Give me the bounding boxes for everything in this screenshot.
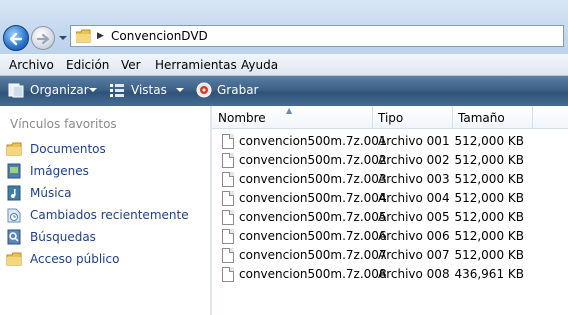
column-header-size[interactable]: Tamaño [458, 111, 505, 125]
file-icon [222, 191, 234, 206]
forward-button[interactable] [31, 26, 55, 50]
sidebar-item-busquedas[interactable]: Búsquedas [6, 227, 206, 247]
breadcrumb-separator-icon[interactable]: ▶ [97, 31, 104, 41]
sidebar-item-imagenes[interactable]: Imágenes [6, 161, 206, 181]
sidebar-item-label: Búsquedas [30, 230, 96, 244]
file-size: 512,000 KB [454, 210, 524, 224]
file-size: 512,000 KB [454, 248, 524, 262]
sidebar-item-cambiados-recientemente[interactable]: Cambiados recientemente [6, 205, 206, 225]
file-row[interactable]: convencion500m.7z.006 Archivo 006 512,00… [212, 227, 568, 246]
organize-button[interactable]: Organizar [30, 83, 89, 97]
sidebar-item-documentos[interactable]: Documentos [6, 139, 206, 159]
file-list: ▲ Nombre Tipo Tamaño convencion500m.7z.0… [212, 106, 568, 315]
column-header-name[interactable]: Nombre [218, 111, 266, 125]
organize-dropdown-icon[interactable] [89, 88, 97, 92]
column-header-type[interactable]: Tipo [378, 111, 403, 125]
file-row[interactable]: convencion500m.7z.004 Archivo 004 512,00… [212, 189, 568, 208]
file-type: Archivo 007 [378, 248, 450, 262]
organize-icon [8, 83, 24, 98]
file-size: 512,000 KB [454, 229, 524, 243]
back-button[interactable] [3, 25, 29, 51]
menu-edicion[interactable]: Edición [66, 58, 109, 72]
sidebar-item-label: Imágenes [30, 164, 89, 178]
address-bar-area: ▶ ConvencionDVD [0, 0, 568, 54]
sidebar-item-label: Música [30, 186, 72, 200]
menu-herramientas[interactable]: Herramientas [155, 58, 237, 72]
file-name: convencion500m.7z.004 [239, 191, 387, 205]
file-name: convencion500m.7z.001 [239, 134, 387, 148]
views-button[interactable]: Vistas [131, 83, 167, 97]
file-name: convencion500m.7z.003 [239, 172, 387, 186]
menu-ver[interactable]: Ver [121, 58, 141, 72]
breadcrumb-folder[interactable]: ConvencionDVD [111, 29, 208, 43]
menu-ayuda[interactable]: Ayuda [241, 58, 278, 72]
search-folder-icon [7, 229, 21, 245]
column-headers: ▲ Nombre Tipo Tamaño [212, 106, 568, 129]
sidebar-item-label: Cambiados recientemente [30, 208, 189, 222]
file-row[interactable]: convencion500m.7z.003 Archivo 003 512,00… [212, 170, 568, 189]
back-arrow-icon [9, 32, 23, 46]
pictures-icon [7, 163, 21, 179]
file-name: convencion500m.7z.008 [239, 267, 387, 281]
sidebar-item-musica[interactable]: Música [6, 183, 206, 203]
file-size: 436,961 KB [454, 267, 524, 281]
forward-arrow-icon [36, 33, 50, 45]
file-row[interactable]: convencion500m.7z.002 Archivo 002 512,00… [212, 151, 568, 170]
file-row[interactable]: convencion500m.7z.007 Archivo 007 512,00… [212, 246, 568, 265]
file-icon [222, 134, 234, 149]
file-size: 512,000 KB [454, 134, 524, 148]
file-icon [222, 229, 234, 244]
file-name: convencion500m.7z.002 [239, 153, 387, 167]
sidebar-item-label: Documentos [30, 142, 106, 156]
file-icon [222, 210, 234, 225]
favorites-heading: Vínculos favoritos [10, 117, 117, 131]
address-input[interactable]: ▶ ConvencionDVD [70, 25, 564, 47]
sort-ascending-icon: ▲ [286, 106, 293, 115]
file-row[interactable]: convencion500m.7z.005 Archivo 005 512,00… [212, 208, 568, 227]
command-toolbar: Organizar Vistas Grabar [0, 76, 568, 106]
navigation-pane: Vínculos favoritos Documentos Imágenes M… [0, 106, 210, 315]
file-icon [222, 267, 234, 282]
file-type: Archivo 008 [378, 267, 450, 281]
file-icon [222, 248, 234, 263]
file-row[interactable]: convencion500m.7z.008 Archivo 008 436,96… [212, 265, 568, 284]
folder-icon [6, 252, 22, 266]
file-type: Archivo 003 [378, 172, 450, 186]
file-name: convencion500m.7z.007 [239, 248, 387, 262]
file-size: 512,000 KB [454, 172, 524, 186]
sidebar-item-label: Acceso público [30, 252, 120, 266]
recent-pages-dropdown-icon[interactable] [58, 33, 68, 43]
burn-disc-icon [196, 82, 212, 98]
file-type: Archivo 004 [378, 191, 450, 205]
file-size: 512,000 KB [454, 153, 524, 167]
music-icon [7, 185, 21, 201]
file-type: Archivo 005 [378, 210, 450, 224]
file-type: Archivo 006 [378, 229, 450, 243]
file-icon [222, 153, 234, 168]
column-separator[interactable] [532, 106, 533, 129]
file-name: convencion500m.7z.006 [239, 229, 387, 243]
file-type: Archivo 002 [378, 153, 450, 167]
file-size: 512,000 KB [454, 191, 524, 205]
folder-icon [6, 142, 22, 156]
column-separator[interactable] [372, 106, 373, 129]
views-dropdown-icon[interactable] [176, 88, 184, 92]
file-icon [222, 172, 234, 187]
folder-icon [76, 29, 91, 43]
file-type: Archivo 001 [378, 134, 450, 148]
burn-button[interactable]: Grabar [217, 83, 259, 97]
views-icon [110, 84, 124, 97]
recent-icon [7, 208, 21, 223]
sidebar-item-acceso-publico[interactable]: Acceso público [6, 249, 206, 269]
menu-archivo[interactable]: Archivo [9, 58, 54, 72]
file-name: convencion500m.7z.005 [239, 210, 387, 224]
menu-bar: Archivo Edición Ver Herramientas Ayuda [0, 54, 568, 76]
file-row[interactable]: convencion500m.7z.001 Archivo 001 512,00… [212, 132, 568, 151]
column-separator[interactable] [452, 106, 453, 129]
